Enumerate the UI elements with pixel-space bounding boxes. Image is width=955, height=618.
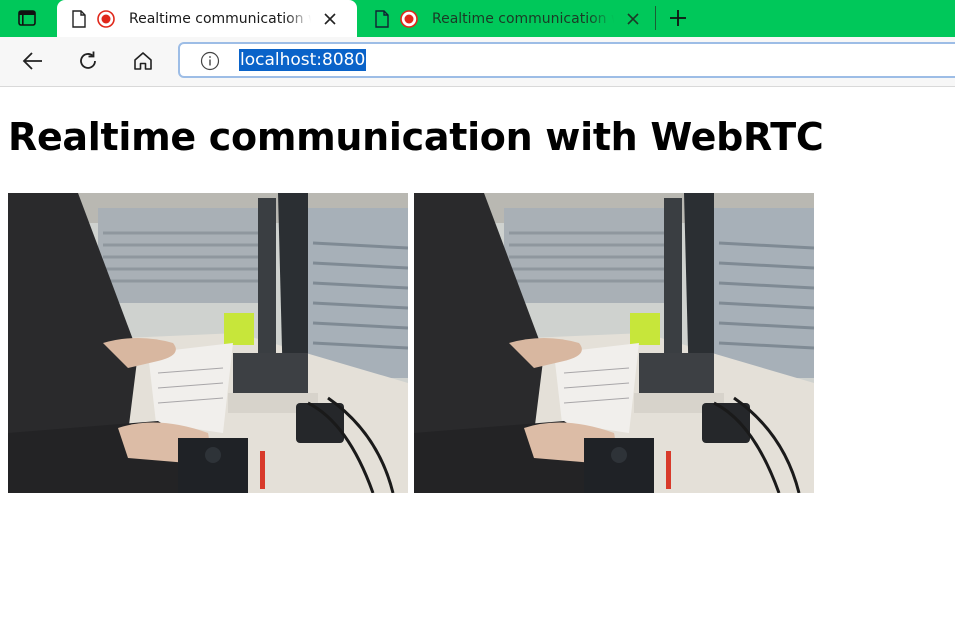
close-icon: [324, 12, 336, 25]
recording-icon: [400, 9, 418, 28]
info-icon[interactable]: [200, 51, 220, 71]
close-tab-button[interactable]: [319, 8, 341, 30]
home-icon: [134, 52, 152, 70]
plus-icon: [670, 10, 686, 26]
tab-2[interactable]: Realtime communication with WebRTC: [360, 0, 652, 37]
window-icon: [18, 10, 36, 26]
tab-title: Realtime communication with WebRTC: [432, 10, 614, 27]
back-arrow-icon: [22, 52, 42, 70]
home-button[interactable]: [131, 49, 155, 73]
video-frame: [414, 193, 814, 493]
navigation-toolbar: localhost:8080: [0, 37, 955, 87]
tab-1[interactable]: Realtime communication with WebRTC: [57, 0, 357, 37]
close-tab-button[interactable]: [622, 8, 644, 30]
page-content: Realtime communication with WebRTC: [0, 87, 955, 618]
reload-button[interactable]: [76, 49, 100, 73]
video-frame: [8, 193, 408, 493]
page-icon: [72, 9, 86, 28]
tab-actions-button[interactable]: [13, 6, 41, 30]
page-icon: [375, 9, 389, 28]
recording-icon: [97, 9, 115, 28]
url-text[interactable]: localhost:8080: [239, 49, 367, 71]
page-heading: Realtime communication with WebRTC: [8, 115, 824, 159]
new-tab-button[interactable]: [665, 5, 691, 31]
address-bar[interactable]: localhost:8080: [178, 42, 955, 78]
tab-strip: Realtime communication with WebRTC Realt…: [0, 0, 955, 37]
local-video: [8, 193, 408, 493]
remote-video: [414, 193, 814, 493]
close-icon: [627, 12, 639, 25]
back-button[interactable]: [21, 49, 45, 73]
tab-title: Realtime communication with WebRTC: [129, 10, 311, 27]
tab-separator: [655, 6, 656, 30]
reload-icon: [80, 51, 96, 69]
